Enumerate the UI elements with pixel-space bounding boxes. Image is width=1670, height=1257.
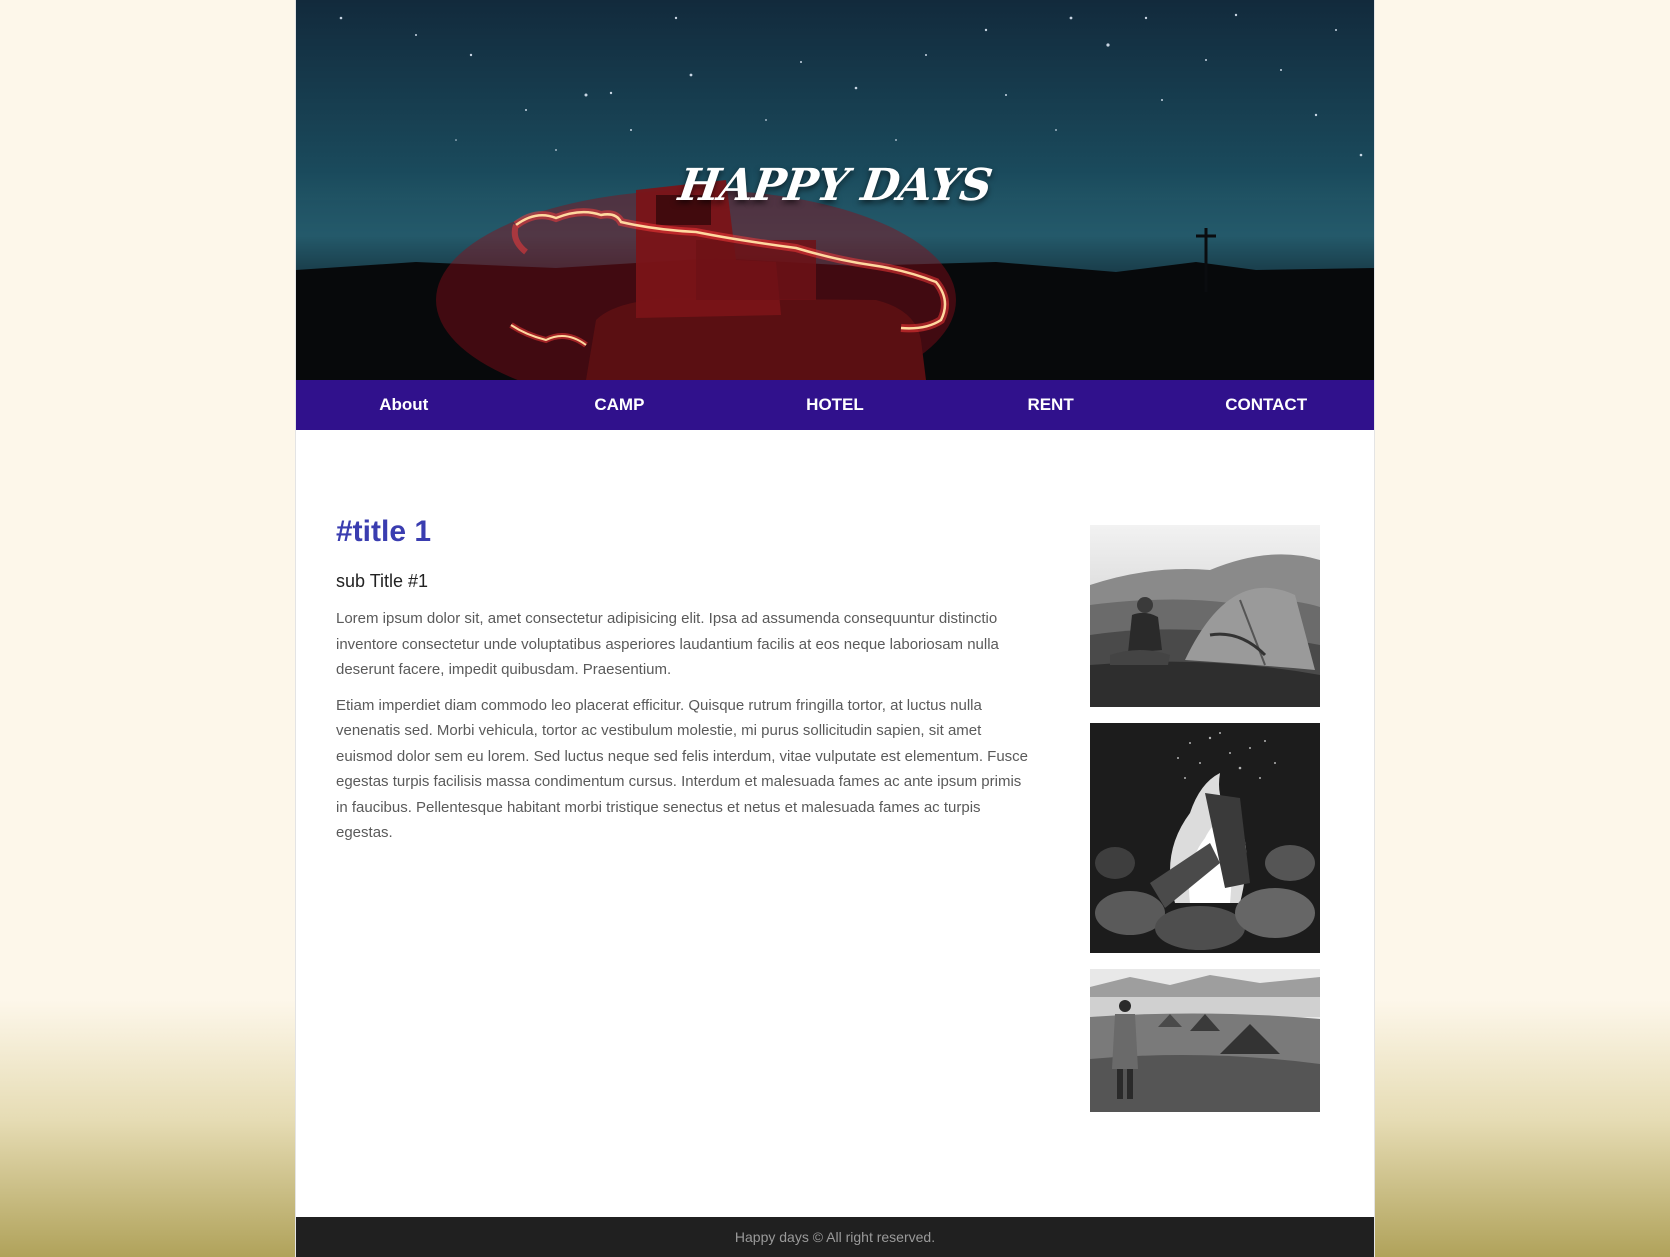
site-footer: Happy days © All right reserved.	[296, 1217, 1374, 1257]
copyright-text: Happy days © All right reserved.	[734, 1229, 936, 1245]
article-subtitle: sub Title #1	[336, 571, 429, 591]
main-navigation: About CAMP HOTEL RENT CONTACT	[296, 380, 1374, 430]
camp-field-photo	[1090, 969, 1320, 1112]
campfire-photo	[1090, 723, 1320, 953]
nav-item-hotel[interactable]: HOTEL	[727, 380, 943, 430]
article-paragraph: Lorem ipsum dolor sit, amet consectetur …	[336, 610, 999, 678]
article-paragraph: Etiam imperdiet diam commodo leo placera…	[336, 696, 1029, 842]
article: #title 1 sub Title #1 Lorem ipsum dolor …	[336, 515, 1036, 856]
site-title: HAPPY DAYS	[675, 160, 995, 211]
nav-item-camp[interactable]: CAMP	[512, 380, 728, 430]
article-title: #title 1	[336, 515, 432, 548]
hero-banner: HAPPY DAYS	[296, 0, 1374, 380]
tent-photo	[1090, 525, 1320, 707]
photo-gallery	[1090, 525, 1320, 1128]
nav-item-contact[interactable]: CONTACT	[1158, 380, 1374, 430]
nav-item-about[interactable]: About	[296, 380, 512, 430]
page-container: HAPPY DAYS About CAMP HOTEL RENT CONTACT…	[295, 0, 1375, 1257]
main-content: #title 1 sub Title #1 Lorem ipsum dolor …	[296, 430, 1374, 1210]
nav-item-rent[interactable]: RENT	[943, 380, 1159, 430]
